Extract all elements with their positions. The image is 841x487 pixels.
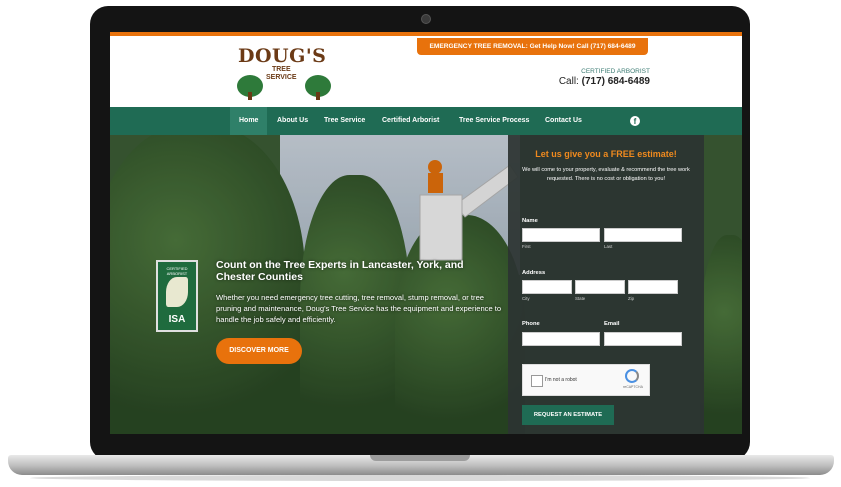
logo-title[interactable]: DOUG'S [238, 45, 326, 67]
leaf-icon [166, 277, 188, 307]
city-input[interactable] [522, 280, 572, 294]
recaptcha-widget: I'm not a robot reCAPTCHA [522, 364, 650, 396]
state-sublabel: State [575, 296, 586, 301]
nav-item-about-us[interactable]: About Us [277, 107, 308, 135]
isa-badge-bottom-text: ISA [168, 314, 186, 325]
call-prefix: Call: [558, 76, 579, 87]
discover-more-button[interactable]: DISCOVER MORE [216, 338, 302, 364]
nav-item-tree-service-process[interactable]: Tree Service Process [459, 107, 529, 135]
form-title: Let us give you a FREE estimate! [535, 149, 677, 159]
email-label: Email [604, 321, 620, 327]
zip-sublabel: Zip [628, 296, 635, 301]
address-label: Address [522, 270, 546, 276]
first-name-input[interactable] [522, 228, 600, 242]
logo-sub-line2: SERVICE [266, 74, 297, 81]
logo-sub-line1: TREE [271, 66, 291, 73]
nav-item-home[interactable]: Home [230, 107, 268, 135]
email-input[interactable] [604, 332, 682, 346]
recaptcha-label: I'm not a robot [545, 377, 577, 383]
facebook-icon[interactable]: f [630, 116, 640, 126]
last-sublabel: Last [604, 244, 613, 249]
hero-section: CERTIFIED ARBORIST ISA Count on the Tree… [110, 135, 742, 434]
call-number[interactable]: Call: (717) 684-6489 [540, 76, 650, 87]
hero-body-text: Whether you need emergency tree cutting,… [216, 293, 502, 324]
state-input[interactable] [575, 280, 625, 294]
website-screen: EMERGENCY TREE REMOVAL: Get Help Now! Ca… [110, 32, 742, 434]
name-label: Name [522, 218, 538, 224]
zip-input[interactable] [628, 280, 678, 294]
hero-heading: Count on the Tree Experts in Lancaster, … [216, 259, 464, 283]
emergency-banner[interactable]: EMERGENCY TREE REMOVAL: Get Help Now! Ca… [417, 38, 648, 55]
camera-icon [421, 14, 431, 24]
isa-badge-top-text: CERTIFIED ARBORIST [166, 266, 188, 276]
logo-subtitle: TREE SERVICE [266, 66, 297, 82]
city-sublabel: City [522, 296, 530, 301]
last-name-input[interactable] [604, 228, 682, 242]
nav-item-contact-us[interactable]: Contact Us [545, 107, 582, 135]
laptop-shadow [30, 475, 810, 481]
form-description: We will come to your property, evaluate … [522, 167, 690, 182]
nav-item-tree-service[interactable]: Tree Service [324, 107, 365, 135]
nav-item-certified-arborist[interactable]: Certified Arborist [382, 107, 439, 135]
phone-number[interactable]: (717) 684-6489 [582, 76, 650, 87]
recaptcha-brand: reCAPTCHA [623, 385, 643, 389]
request-estimate-button[interactable]: REQUEST AN ESTIMATE [522, 405, 614, 425]
first-sublabel: First [522, 244, 531, 249]
estimate-form: Let us give you a FREE estimate! We will… [508, 135, 704, 434]
isa-certified-badge: CERTIFIED ARBORIST ISA [156, 260, 198, 332]
recaptcha-checkbox[interactable] [531, 375, 543, 387]
top-accent-strip [110, 32, 742, 36]
phone-label: Phone [522, 321, 540, 327]
phone-input[interactable] [522, 332, 600, 346]
certified-arborist-label: CERTIFIED ARBORIST [581, 68, 650, 75]
main-nav: Home About Us Tree Service Certified Arb… [110, 107, 742, 135]
laptop-base-notch [370, 455, 470, 461]
recaptcha-logo-icon [625, 369, 639, 383]
